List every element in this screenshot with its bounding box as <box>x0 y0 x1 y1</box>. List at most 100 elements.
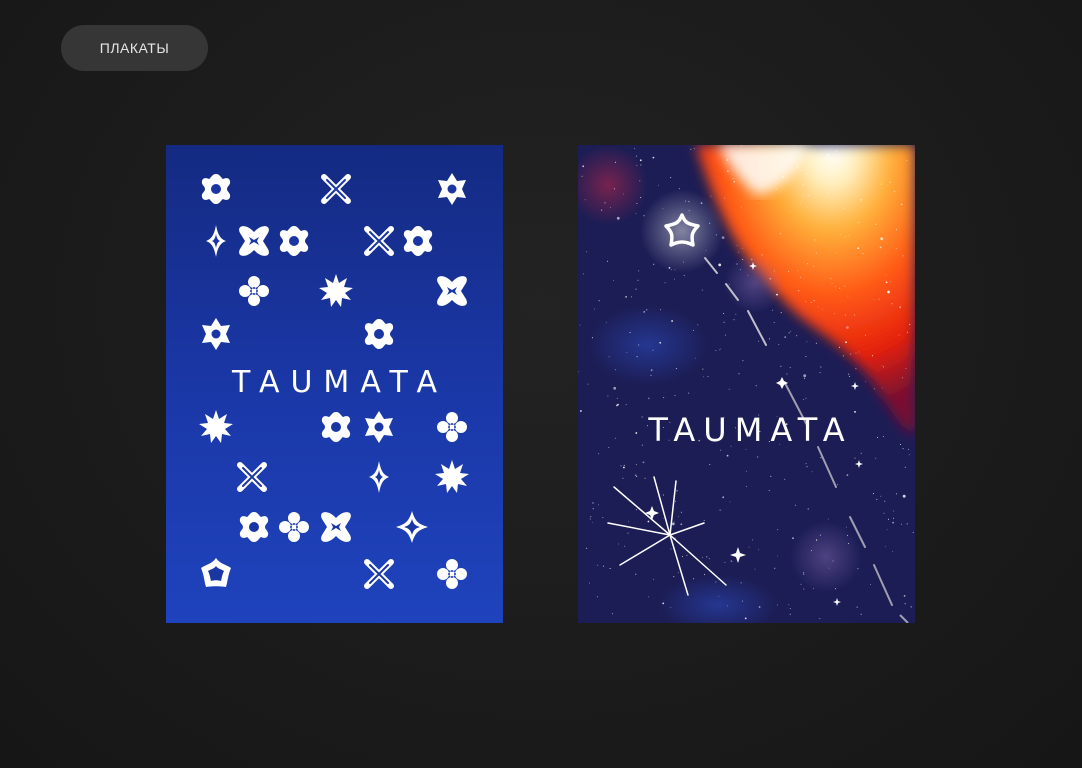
star-dot <box>726 170 729 172</box>
star-dot <box>597 564 599 566</box>
star-dot <box>658 184 659 186</box>
star-dot <box>888 518 889 520</box>
star-dot <box>873 299 875 301</box>
star-dot <box>759 186 761 188</box>
star-dot <box>726 454 729 457</box>
star-dot <box>675 368 677 370</box>
star-dot <box>742 259 744 260</box>
star-dot <box>878 298 880 300</box>
star-dot <box>907 331 909 333</box>
star-dot <box>598 300 600 302</box>
star-dot <box>613 280 615 281</box>
star-dot <box>740 582 742 584</box>
star-dot <box>752 539 754 541</box>
posters-tag-button[interactable]: ПЛАКАТЫ <box>61 25 208 71</box>
star-icon <box>365 411 393 443</box>
star-dot <box>802 184 804 186</box>
star-dot <box>802 195 804 196</box>
poster-blue[interactable]: TAUMATA <box>166 145 503 623</box>
star-dot <box>688 201 690 203</box>
star-dot <box>769 277 772 280</box>
star-dot <box>590 516 592 518</box>
star-dot <box>827 192 829 193</box>
star-icon <box>202 318 230 350</box>
star-dot <box>630 296 632 298</box>
star-dot <box>623 464 625 466</box>
star-dot <box>832 560 834 562</box>
star-dot <box>639 159 642 162</box>
star-dot <box>635 464 637 466</box>
star-dot <box>807 508 810 510</box>
star-dot <box>603 565 604 567</box>
star-dot <box>682 261 684 263</box>
star-dot <box>794 504 796 506</box>
star-dot <box>718 595 720 597</box>
star-dot <box>872 493 874 494</box>
star-dot <box>860 199 862 201</box>
star-dot <box>622 477 624 479</box>
burst-icon <box>435 460 469 493</box>
star-dot <box>796 165 799 168</box>
star-dot <box>616 397 618 399</box>
star-dot <box>849 375 850 377</box>
star-dot <box>728 388 730 390</box>
star-dot <box>610 207 612 209</box>
star-dot <box>820 457 822 459</box>
star-dot <box>827 155 829 157</box>
star-dot <box>902 255 904 257</box>
star-dot <box>909 323 911 325</box>
star-dot <box>757 147 759 149</box>
flower-icon <box>239 512 269 542</box>
star-dot <box>839 287 841 289</box>
star-dot <box>858 222 860 223</box>
star-dot <box>642 461 645 464</box>
star-dot <box>635 509 637 511</box>
star-dot <box>880 183 882 185</box>
star-dot <box>819 618 821 620</box>
star-dot <box>680 511 682 513</box>
sparkle-icon <box>396 511 428 543</box>
star-dot <box>694 357 696 359</box>
star-dot <box>688 210 690 212</box>
star-dot <box>910 605 913 608</box>
star-dot <box>733 319 735 321</box>
star-dot <box>686 554 688 556</box>
star-dot <box>904 466 906 468</box>
star-dot <box>882 366 884 368</box>
star-dot <box>796 335 798 337</box>
star-dot <box>885 545 887 547</box>
star-dot <box>773 322 775 323</box>
star-dot <box>608 356 610 358</box>
star-dot <box>896 493 898 495</box>
star-dot <box>670 606 672 608</box>
poster-space-art <box>578 145 915 623</box>
star-dot <box>807 206 809 208</box>
star-dot <box>660 309 661 311</box>
star-dot <box>587 383 589 385</box>
star-dot <box>613 188 615 190</box>
star-dot <box>723 197 725 199</box>
star-dot <box>616 216 620 220</box>
star-dot <box>701 289 703 291</box>
poster-space[interactable]: TAUMATA <box>578 145 915 623</box>
star-dot <box>901 523 902 525</box>
star-dot <box>638 270 640 272</box>
star-dot <box>659 341 662 344</box>
star-dot <box>860 613 862 615</box>
star-dot <box>605 322 607 324</box>
star-dot <box>790 330 792 332</box>
star-dot <box>670 177 672 179</box>
star-dot <box>688 392 690 394</box>
star-dot <box>899 306 902 309</box>
star-dot <box>805 356 807 357</box>
star-dot <box>718 349 720 351</box>
star-dot <box>591 337 593 339</box>
star-dot <box>902 377 903 379</box>
star-dot <box>848 234 850 236</box>
star-dot <box>626 352 628 353</box>
star-dot <box>912 531 914 533</box>
star-dot <box>662 208 664 209</box>
star-dot <box>742 360 744 362</box>
star-dot <box>681 556 683 557</box>
star-dot <box>824 173 826 175</box>
